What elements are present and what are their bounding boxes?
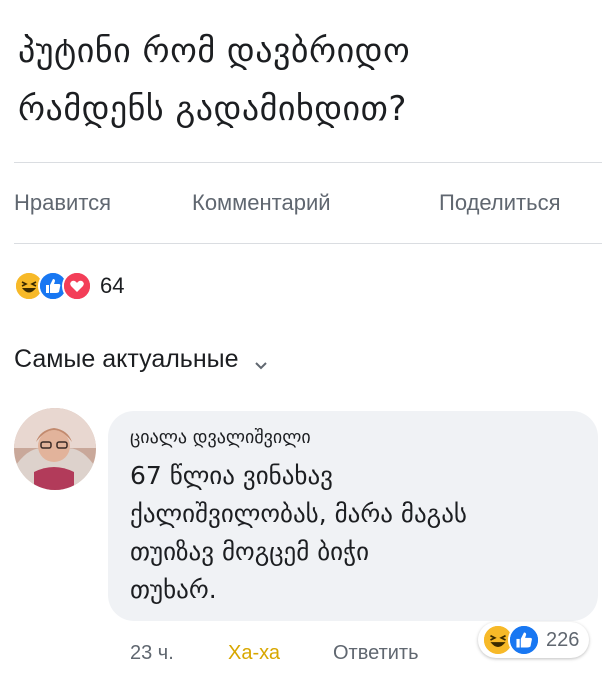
love-icon	[62, 271, 92, 301]
divider	[14, 243, 602, 244]
like-icon	[508, 624, 540, 656]
comment-button[interactable]: Комментарий	[192, 190, 331, 216]
reply-button[interactable]: Ответить	[333, 642, 419, 665]
comment-author[interactable]: ციალა დვალიშვილი	[130, 427, 311, 448]
comment-bubble: ციალა დვალიშვილი 67 წლია ვინახავ ქალიშვი…	[108, 411, 598, 621]
post-text-line: რამდენს გადამიხდით?	[18, 89, 407, 129]
comment-text-line: თუხარ.	[130, 575, 217, 604]
post-text: პუტინი რომ დავბრიდო რამდენს გადამიხდით?	[18, 22, 603, 138]
like-button[interactable]: Нравится	[14, 190, 111, 216]
comment-text-line: 67 წლია ვინახავ	[130, 461, 333, 490]
reactions-summary[interactable]: 64	[14, 270, 124, 302]
comment-text: 67 წლია ვინახავ ქალიშვილობას, მარა მაგას…	[130, 457, 580, 609]
share-button[interactable]: Поделиться	[439, 190, 560, 216]
comment-text-line: ქალიშვილობას, მარა მაგას	[130, 499, 467, 528]
comment-reactions[interactable]: 226	[478, 622, 590, 658]
comment-timestamp[interactable]: 23 ч.	[130, 642, 174, 665]
haha-reaction-link[interactable]: Ха-ха	[228, 642, 280, 665]
comment-reactions-count: 226	[546, 628, 580, 651]
reactions-count: 64	[100, 273, 125, 298]
post-text-line: პუტინი რომ დავბრიდო	[18, 31, 411, 71]
post-action-bar: Нравится Комментарий Поделиться	[0, 184, 615, 224]
avatar[interactable]	[14, 408, 96, 490]
chevron-down-icon	[253, 352, 269, 369]
divider	[14, 162, 602, 163]
comment-text-line: თუიზავ მოგცემ ბიჭი	[130, 537, 370, 566]
sort-label: Самые актуальные	[14, 345, 239, 373]
comment-sort-dropdown[interactable]: Самые актуальные	[14, 345, 269, 374]
